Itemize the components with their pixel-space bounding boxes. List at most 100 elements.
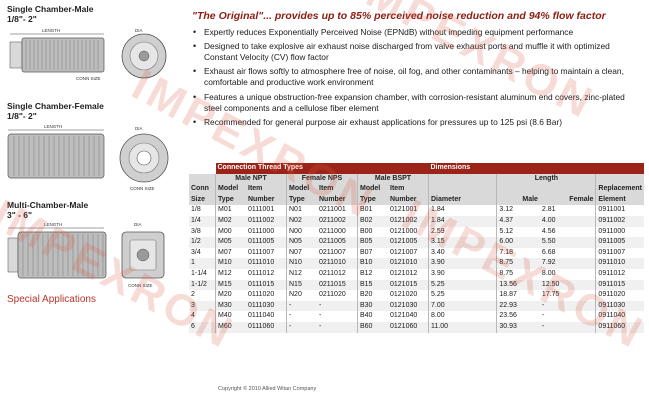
table-cell: B15 <box>357 279 388 291</box>
table-cell: N02 <box>286 215 317 227</box>
table-cell: 1/2 <box>189 237 216 248</box>
table-cell: 0911020 <box>595 290 644 301</box>
table-cell: 11.00 <box>427 321 497 333</box>
spec-table: Connection Thread Types Dimensions Conn … <box>189 163 644 333</box>
table-cell: 3.15 <box>427 237 497 248</box>
item-number-header: Item Number <box>388 184 429 206</box>
headline: "The Original"... provides up to 85% per… <box>192 10 606 22</box>
table-cell: N07 <box>286 247 317 259</box>
table-row: 1/8 M01 0111001 N01 0211001 B01 0121001 1.84 3.1… <box>189 205 644 216</box>
table-cell: - <box>541 312 545 320</box>
conn-size-label: CONN SIZE <box>128 283 153 288</box>
table-cell: 5.25 <box>427 290 497 301</box>
bullet-icon: • <box>193 41 197 52</box>
table-cell: 4.37 <box>496 215 540 227</box>
table-cell: 8.75 <box>496 268 540 280</box>
table-cell: 0211005 <box>317 237 358 248</box>
table-cell: 3/4 <box>191 248 201 256</box>
table-cell: 8.00 <box>541 269 556 277</box>
table-cell: 0911040 <box>595 311 644 322</box>
conn-size-header: Conn Size <box>189 173 216 206</box>
table-cell: 0211015 <box>317 279 358 291</box>
table-cell: 2.59 <box>427 226 497 238</box>
table-cell: 0211012 <box>319 269 346 277</box>
table-cell: 5.25 <box>427 279 497 291</box>
feature-item: • Recommended for general purpose air exh… <box>190 117 642 128</box>
table-cell: N12 <box>286 268 317 280</box>
table-cell: - <box>317 321 358 333</box>
feature-item: • Designed to take explosive air exhaust … <box>190 41 642 63</box>
table-cell: 1-1/4 <box>191 269 207 277</box>
table-cell: 0121015 <box>388 279 429 291</box>
section-range-text: 1/8"- 2" <box>7 14 37 24</box>
table-cell: N05 <box>286 237 317 248</box>
table-cell: 0121010 <box>388 258 429 269</box>
table-cell: 0111000 <box>248 227 275 235</box>
section-range-text: 3" - 6" <box>7 210 33 220</box>
length-male-header: Male <box>496 184 540 206</box>
table-cell: 0211002 <box>317 215 358 227</box>
special-applications-link[interactable]: Special Applications <box>7 294 96 305</box>
table-cell: 0911012 <box>595 268 644 280</box>
replacement-header: Replacement Element <box>595 173 644 206</box>
table-cell: M15 <box>215 279 246 291</box>
table-cell: 22.93 <box>496 300 540 312</box>
connection-group-header: Connection Thread Types <box>215 163 429 174</box>
table-cell: 0911005 <box>595 237 644 248</box>
table-row: 2 M20 0111020 N20 0211020 B20 0121020 5.25 18.87… <box>189 290 644 301</box>
table-cell: 30.93 <box>496 321 540 333</box>
table-cell: - <box>286 300 317 312</box>
dia-label: DIA <box>134 222 142 227</box>
table-cell: 0111002 <box>246 215 287 227</box>
dia-label: DIA <box>135 126 143 131</box>
male-bspt-header: Male BSPT <box>357 173 429 185</box>
conn-size-label: CONN SIZE <box>76 76 101 81</box>
table-cell: B30 <box>357 300 388 312</box>
table-cell: 1/8 <box>191 206 201 214</box>
table-cell: 13.56 <box>496 279 540 291</box>
table-cell: 0211007 <box>319 248 346 256</box>
table-cell: B00 <box>357 226 388 238</box>
table-cell: 3.90 <box>427 258 497 269</box>
table-row: 1/4 M02 0111002 N02 0211002 B02 0121002 1.84 4.3… <box>189 215 644 227</box>
table-cell: B05 <box>357 237 388 248</box>
table-cell: - <box>286 321 317 333</box>
table-cell: 3.90 <box>427 268 497 280</box>
bullet-icon: • <box>193 116 197 127</box>
table-cell: 0121060 <box>388 321 429 333</box>
table-cell: M30 <box>215 300 246 312</box>
table-cell: - <box>317 300 358 312</box>
left-panel: Single Chamber-Male 1/8"- 2" LENGTH CONN… <box>0 0 182 400</box>
conn-size-label: CONN SIZE <box>130 186 155 191</box>
table-cell: 0911000 <box>595 226 644 238</box>
table-cell: B10 <box>357 258 388 269</box>
table-cell: 0911030 <box>595 300 644 312</box>
table-cell: 0911002 <box>595 215 644 227</box>
table-cell: - <box>539 300 596 312</box>
table-cell: M12 <box>215 268 246 280</box>
single-female-diagram: LENGTH DIA CONN SIZE <box>7 124 169 191</box>
dia-label: DIA <box>135 28 143 33</box>
content-panel: "The Original"... provides up to 85% per… <box>188 0 644 400</box>
table-cell: 6 <box>189 321 216 333</box>
table-row: 3 M30 0111030- - B30 0121030 7.00 22.93-0911030 <box>189 300 644 312</box>
table-cell: 0211001 <box>319 206 346 214</box>
table-cell: M00 <box>215 226 246 238</box>
feature-item: • Expertly reduces Exponentially Perceive… <box>190 27 642 38</box>
table-row: 1/2 M05 0111005 N05 0211005 B05 0121005 3.15 6.0… <box>189 237 644 248</box>
table-cell: 0211010 <box>317 258 358 269</box>
section-range-text: 1/8"- 2" <box>7 111 37 121</box>
male-npt-header: Male NPT <box>215 173 287 185</box>
table-cell: 0121007 <box>390 248 418 256</box>
table-cell: 4.00 <box>539 215 596 227</box>
table-cell: 0121030 <box>388 300 429 312</box>
table-cell: - <box>319 312 322 320</box>
feature-text: Expertly reduces Exponentially Perceived… <box>204 27 574 37</box>
length-label: LENGTH <box>42 28 60 33</box>
spec-table-body: 1/8 M01 0111001 N01 0211001 B01 0121001 1.84 3.1… <box>189 205 644 333</box>
table-cell: 0111010 <box>246 258 287 269</box>
section-title-text: Single Chamber-Male <box>7 4 94 14</box>
table-cell: 0111060 <box>246 321 287 333</box>
table-cell: B07 <box>357 247 388 259</box>
table-cell: 3.12 <box>496 205 540 216</box>
